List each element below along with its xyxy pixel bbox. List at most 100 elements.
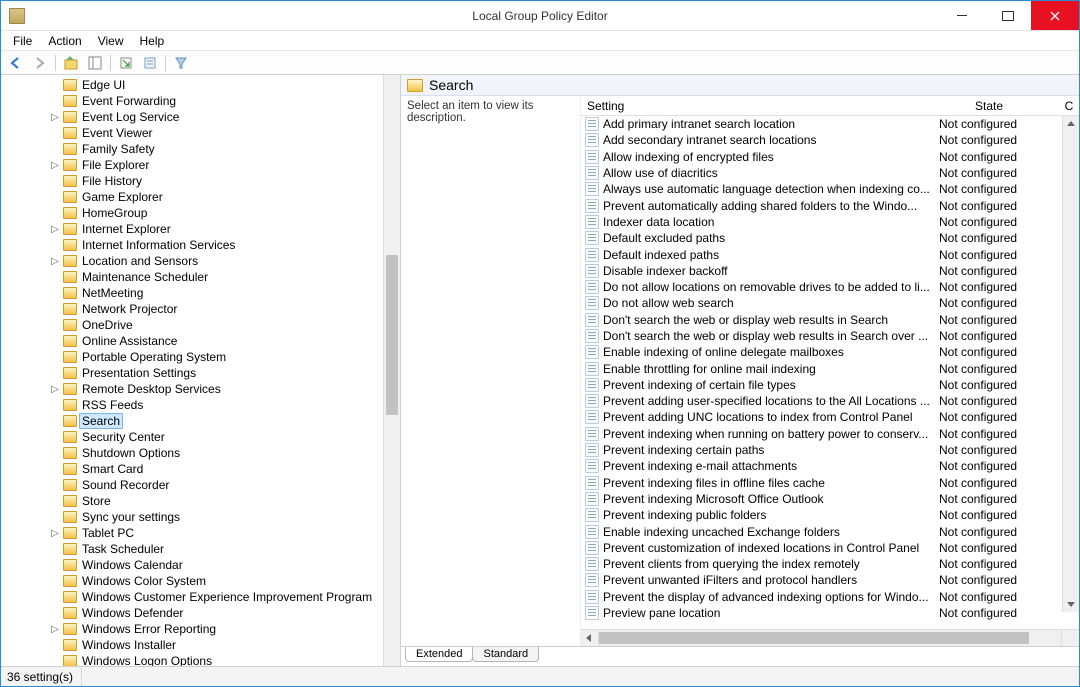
tree-item[interactable]: Online Assistance xyxy=(1,333,400,349)
tree-item[interactable]: Shutdown Options xyxy=(1,445,400,461)
setting-row[interactable]: Prevent indexing e-mail attachmentsNot c… xyxy=(581,458,1079,474)
tree-item[interactable]: HomeGroup xyxy=(1,205,400,221)
tree-item[interactable]: Windows Defender xyxy=(1,605,400,621)
setting-row[interactable]: Enable indexing uncached Exchange folder… xyxy=(581,523,1079,539)
tab-standard[interactable]: Standard xyxy=(472,647,539,662)
expander-icon[interactable]: ▷ xyxy=(49,160,61,171)
setting-row[interactable]: Indexer data locationNot configured xyxy=(581,214,1079,230)
setting-row[interactable]: Prevent the display of advanced indexing… xyxy=(581,589,1079,605)
tree-item[interactable]: ▷Internet Explorer xyxy=(1,221,400,237)
maximize-button[interactable] xyxy=(985,1,1031,30)
tree-item[interactable]: Sound Recorder xyxy=(1,477,400,493)
tree-item[interactable]: Maintenance Scheduler xyxy=(1,269,400,285)
forward-button[interactable] xyxy=(29,53,51,73)
tree-item[interactable]: Edge UI xyxy=(1,77,400,93)
properties-button[interactable] xyxy=(139,53,161,73)
tree-scrollbar-thumb[interactable] xyxy=(386,255,398,415)
setting-row[interactable]: Prevent indexing of certain file typesNo… xyxy=(581,377,1079,393)
back-button[interactable] xyxy=(5,53,27,73)
setting-row[interactable]: Allow use of diacriticsNot configured xyxy=(581,165,1079,181)
up-button[interactable] xyxy=(60,53,82,73)
setting-row[interactable]: Default indexed pathsNot configured xyxy=(581,246,1079,262)
tree-item[interactable]: Family Safety xyxy=(1,141,400,157)
setting-row[interactable]: Allow indexing of encrypted filesNot con… xyxy=(581,149,1079,165)
tree-item[interactable]: Game Explorer xyxy=(1,189,400,205)
tree-item[interactable]: Event Viewer xyxy=(1,125,400,141)
settings-list[interactable]: Add primary intranet search locationNot … xyxy=(581,116,1079,629)
tree-item[interactable]: ▷Event Log Service xyxy=(1,109,400,125)
setting-row[interactable]: Do not allow locations on removable driv… xyxy=(581,279,1079,295)
tree-item[interactable]: NetMeeting xyxy=(1,285,400,301)
minimize-button[interactable] xyxy=(939,1,985,30)
expander-icon[interactable]: ▷ xyxy=(49,256,61,267)
expander-icon[interactable]: ▷ xyxy=(49,528,61,539)
tree-item[interactable]: Internet Information Services xyxy=(1,237,400,253)
tree-item[interactable]: ▷File Explorer xyxy=(1,157,400,173)
tree-item[interactable]: Windows Customer Experience Improvement … xyxy=(1,589,400,605)
setting-row[interactable]: Add primary intranet search locationNot … xyxy=(581,116,1079,132)
tree-item[interactable]: ▷Location and Sensors xyxy=(1,253,400,269)
setting-row[interactable]: Enable indexing of online delegate mailb… xyxy=(581,344,1079,360)
menu-help[interactable]: Help xyxy=(132,34,173,48)
tree-item[interactable]: Windows Color System xyxy=(1,573,400,589)
tree-item[interactable]: Smart Card xyxy=(1,461,400,477)
setting-row[interactable]: Preview pane locationNot configured xyxy=(581,605,1079,621)
setting-row[interactable]: Prevent unwanted iFilters and protocol h… xyxy=(581,572,1079,588)
tree-item[interactable]: Event Forwarding xyxy=(1,93,400,109)
tree-item[interactable]: Windows Installer xyxy=(1,637,400,653)
expander-icon[interactable]: ▷ xyxy=(49,384,61,395)
setting-row[interactable]: Prevent automatically adding shared fold… xyxy=(581,197,1079,213)
tree-item[interactable]: File History xyxy=(1,173,400,189)
tree-scrollbar[interactable] xyxy=(383,75,400,666)
tree-item[interactable]: Task Scheduler xyxy=(1,541,400,557)
setting-row[interactable]: Don't search the web or display web resu… xyxy=(581,312,1079,328)
tree-item[interactable]: RSS Feeds xyxy=(1,397,400,413)
setting-row[interactable]: Default excluded pathsNot configured xyxy=(581,230,1079,246)
setting-row[interactable]: Do not allow web searchNot configured xyxy=(581,295,1079,311)
setting-row[interactable]: Add secondary intranet search locationsN… xyxy=(581,132,1079,148)
column-state[interactable]: State xyxy=(919,99,1059,113)
setting-row[interactable]: Prevent indexing certain pathsNot config… xyxy=(581,442,1079,458)
setting-row[interactable]: Prevent indexing Microsoft Office Outloo… xyxy=(581,491,1079,507)
show-hide-tree-button[interactable] xyxy=(84,53,106,73)
tree-item[interactable]: Windows Logon Options xyxy=(1,653,400,666)
settings-hscrollbar[interactable] xyxy=(581,629,1079,646)
tree-item[interactable]: Search xyxy=(1,413,400,429)
setting-row[interactable]: Prevent adding UNC locations to index fr… xyxy=(581,409,1079,425)
expander-icon[interactable]: ▷ xyxy=(49,112,61,123)
menu-file[interactable]: File xyxy=(5,34,40,48)
expander-icon[interactable]: ▷ xyxy=(49,224,61,235)
tree-item[interactable]: Network Projector xyxy=(1,301,400,317)
tree-item[interactable]: Security Center xyxy=(1,429,400,445)
setting-row[interactable]: Prevent indexing public foldersNot confi… xyxy=(581,507,1079,523)
tree-item[interactable]: ▷Remote Desktop Services xyxy=(1,381,400,397)
setting-row[interactable]: Always use automatic language detection … xyxy=(581,181,1079,197)
refresh-button[interactable] xyxy=(115,53,137,73)
close-button[interactable] xyxy=(1031,1,1079,30)
tree-item[interactable]: Store xyxy=(1,493,400,509)
expander-icon[interactable]: ▷ xyxy=(49,624,61,635)
menu-view[interactable]: View xyxy=(90,34,132,48)
setting-row[interactable]: Disable indexer backoffNot configured xyxy=(581,263,1079,279)
menu-action[interactable]: Action xyxy=(40,34,89,48)
setting-row[interactable]: Prevent customization of indexed locatio… xyxy=(581,540,1079,556)
tree-item[interactable]: OneDrive xyxy=(1,317,400,333)
tab-extended[interactable]: Extended xyxy=(405,647,473,662)
setting-row[interactable]: Don't search the web or display web resu… xyxy=(581,328,1079,344)
setting-row[interactable]: Prevent clients from querying the index … xyxy=(581,556,1079,572)
column-setting[interactable]: Setting xyxy=(581,99,919,113)
tree-item[interactable]: Presentation Settings xyxy=(1,365,400,381)
setting-row[interactable]: Prevent indexing files in offline files … xyxy=(581,475,1079,491)
tree-scroll[interactable]: Edge UIEvent Forwarding▷Event Log Servic… xyxy=(1,75,400,666)
column-comment[interactable]: C xyxy=(1059,99,1079,113)
settings-vscrollbar[interactable] xyxy=(1062,116,1079,612)
tree-item[interactable]: Windows Calendar xyxy=(1,557,400,573)
tree-item[interactable]: Portable Operating System xyxy=(1,349,400,365)
tree-item[interactable]: ▷Tablet PC xyxy=(1,525,400,541)
tree-item[interactable]: Sync your settings xyxy=(1,509,400,525)
tree-item[interactable]: ▷Windows Error Reporting xyxy=(1,621,400,637)
setting-row[interactable]: Enable throttling for online mail indexi… xyxy=(581,360,1079,376)
filter-button[interactable] xyxy=(170,53,192,73)
setting-row[interactable]: Prevent indexing when running on battery… xyxy=(581,426,1079,442)
setting-row[interactable]: Prevent adding user-specified locations … xyxy=(581,393,1079,409)
